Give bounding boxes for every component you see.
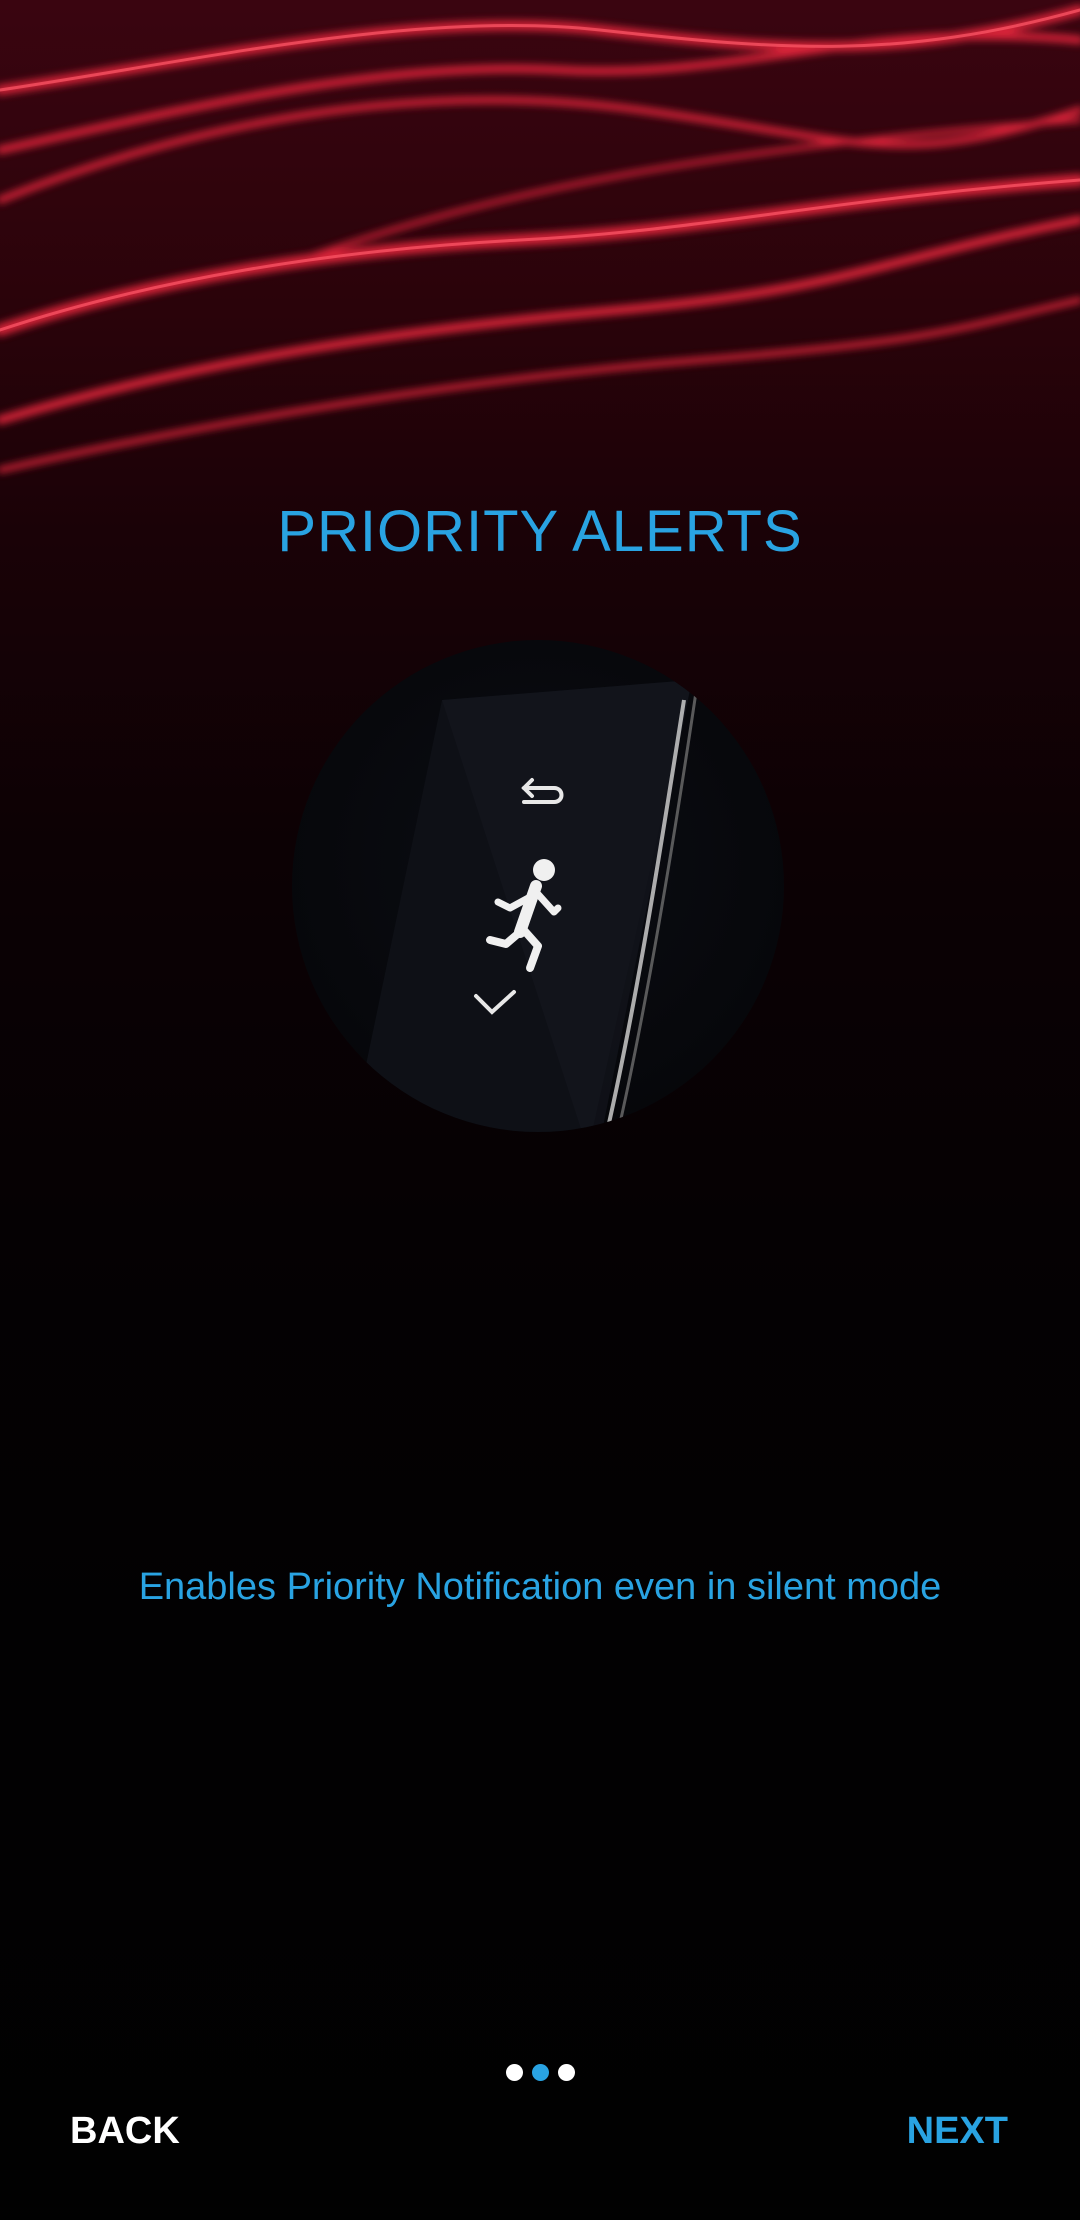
device-illustration	[292, 640, 784, 1132]
page-indicator	[0, 2064, 1080, 2081]
page-dot-2-active	[531, 2064, 549, 2081]
red-light-streaks-image	[0, 5, 1080, 473]
feature-description: Enables Priority Notification even in si…	[138, 1566, 942, 1608]
next-button[interactable]: NEXT	[907, 2106, 1008, 2157]
page-dot-3	[557, 2064, 575, 2081]
page-title: PRIORITY ALERTS	[277, 499, 803, 564]
page-dot-1	[505, 2064, 523, 2081]
back-button[interactable]: BACK	[70, 2106, 180, 2157]
